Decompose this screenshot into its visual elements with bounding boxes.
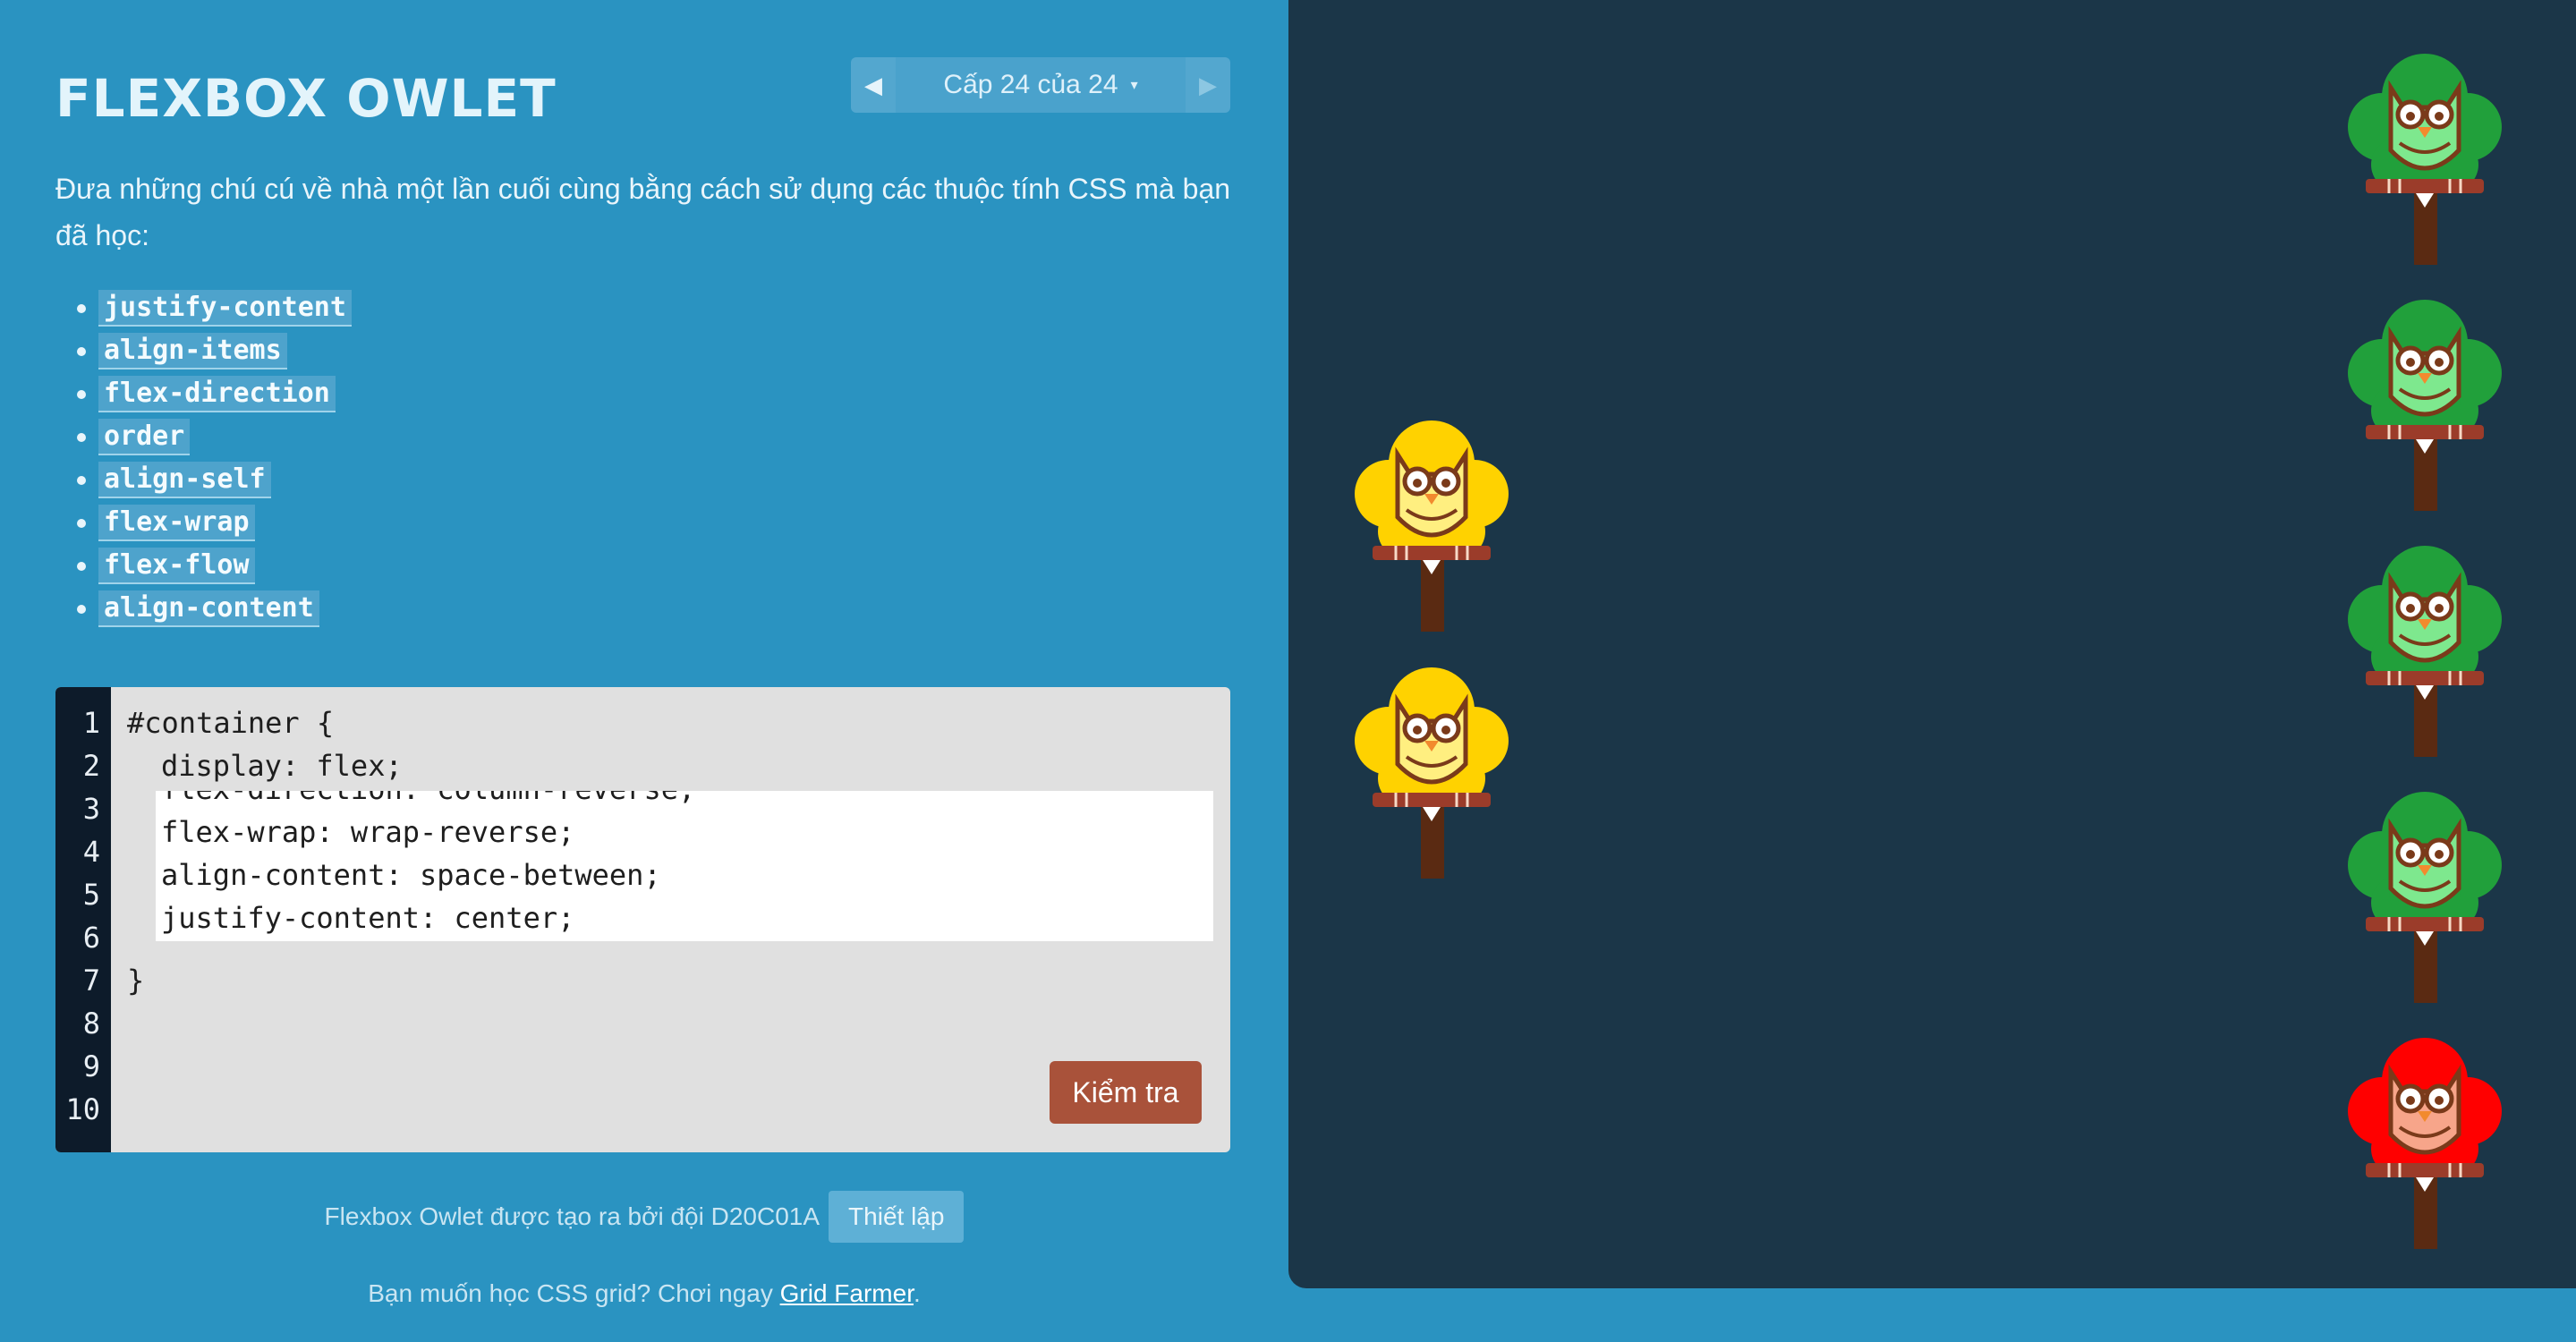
- property-tag[interactable]: align-self: [98, 461, 271, 498]
- line-number: 9: [82, 1049, 100, 1083]
- property-tag[interactable]: justify-content: [98, 289, 352, 327]
- credits: Flexbox Owlet được tạo ra bởi đội D20C01…: [0, 1190, 1288, 1244]
- previous-level-button[interactable]: ◀: [851, 57, 896, 113]
- tree-green-icon: [2348, 792, 2502, 1003]
- triangle-left-icon: ◀: [864, 71, 882, 98]
- owl-yellow-icon: [1355, 420, 1509, 632]
- property-tag[interactable]: flex-wrap: [98, 504, 255, 541]
- line-number: 7: [82, 964, 100, 998]
- game-board: [1288, 0, 2576, 1288]
- level-navigation: ◀ Cấp 24 của 24 ▾ ▶: [851, 57, 1230, 113]
- code-line-display: display: flex;: [161, 749, 403, 783]
- tree-green-icon: [2348, 300, 2502, 511]
- property-tag[interactable]: flex-direction: [98, 375, 336, 412]
- line-number: 6: [82, 921, 100, 955]
- line-number: 3: [82, 792, 100, 826]
- line-numbers: 1 2 3 4 5 6 7 8 9 10: [55, 687, 111, 1152]
- code-line-selector: #container {: [127, 706, 335, 740]
- input-line: align-content: space-between;: [161, 858, 661, 892]
- level-label: Cấp 24 của 24: [943, 70, 1118, 99]
- owl-yellow-icon: [1355, 667, 1509, 879]
- line-number: 1: [82, 706, 100, 740]
- tree-red-icon: [2348, 1038, 2502, 1249]
- level-instructions: Đưa những chú cú về nhà một lần cuối cùn…: [55, 173, 1231, 251]
- list-item: align-items: [77, 329, 352, 372]
- property-tag[interactable]: order: [98, 418, 191, 455]
- credits-text: Flexbox Owlet được tạo ra bởi đội D20C01…: [324, 1202, 820, 1230]
- promo-suffix: .: [913, 1279, 921, 1307]
- list-item: justify-content: [77, 286, 352, 329]
- check-button[interactable]: Kiểm tra: [1050, 1061, 1202, 1124]
- game-title: FLEXBOX OWLET: [55, 68, 557, 129]
- property-tag[interactable]: flex-flow: [98, 547, 255, 584]
- line-number: 2: [82, 749, 100, 783]
- sidebar: FLEXBOX OWLET ◀ Cấp 24 của 24 ▾ ▶ Đưa nh…: [0, 0, 1288, 1342]
- settings-button[interactable]: Thiết lập: [829, 1191, 965, 1243]
- promo-prefix: Bạn muốn học CSS grid? Chơi ngay: [368, 1279, 780, 1307]
- line-number: 10: [65, 1092, 100, 1126]
- list-item: order: [77, 415, 352, 458]
- list-item: flex-direction: [77, 372, 352, 415]
- list-item: flex-wrap: [77, 501, 352, 544]
- input-line: justify-content: center;: [161, 901, 575, 935]
- line-number: 4: [82, 835, 100, 869]
- input-line: flex-wrap: wrap-reverse;: [161, 815, 575, 849]
- next-level-button[interactable]: ▶: [1186, 57, 1230, 113]
- level-indicator[interactable]: Cấp 24 của 24 ▾: [896, 57, 1186, 113]
- property-list: justify-content align-items flex-directi…: [77, 286, 352, 630]
- property-tag[interactable]: align-items: [98, 332, 287, 369]
- list-item: align-content: [77, 587, 352, 630]
- promo-text: Bạn muốn học CSS grid? Chơi ngay Grid Fa…: [0, 1279, 1288, 1308]
- line-number: 5: [82, 878, 100, 912]
- grid-farmer-link[interactable]: Grid Farmer: [780, 1279, 914, 1307]
- css-input-textarea[interactable]: flex-direction: column-reverse; flex-wra…: [156, 791, 1213, 941]
- triangle-right-icon: ▶: [1199, 71, 1217, 98]
- list-item: flex-flow: [77, 544, 352, 587]
- tree-green-icon: [2348, 546, 2502, 757]
- line-number: 8: [82, 1007, 100, 1040]
- list-item: align-self: [77, 458, 352, 501]
- chevron-down-icon: ▾: [1130, 78, 1138, 93]
- code-line-closing: }: [127, 964, 145, 998]
- input-line: flex-direction: column-reverse;: [156, 791, 1213, 811]
- property-tag[interactable]: align-content: [98, 590, 319, 627]
- tree-green-icon: [2348, 54, 2502, 265]
